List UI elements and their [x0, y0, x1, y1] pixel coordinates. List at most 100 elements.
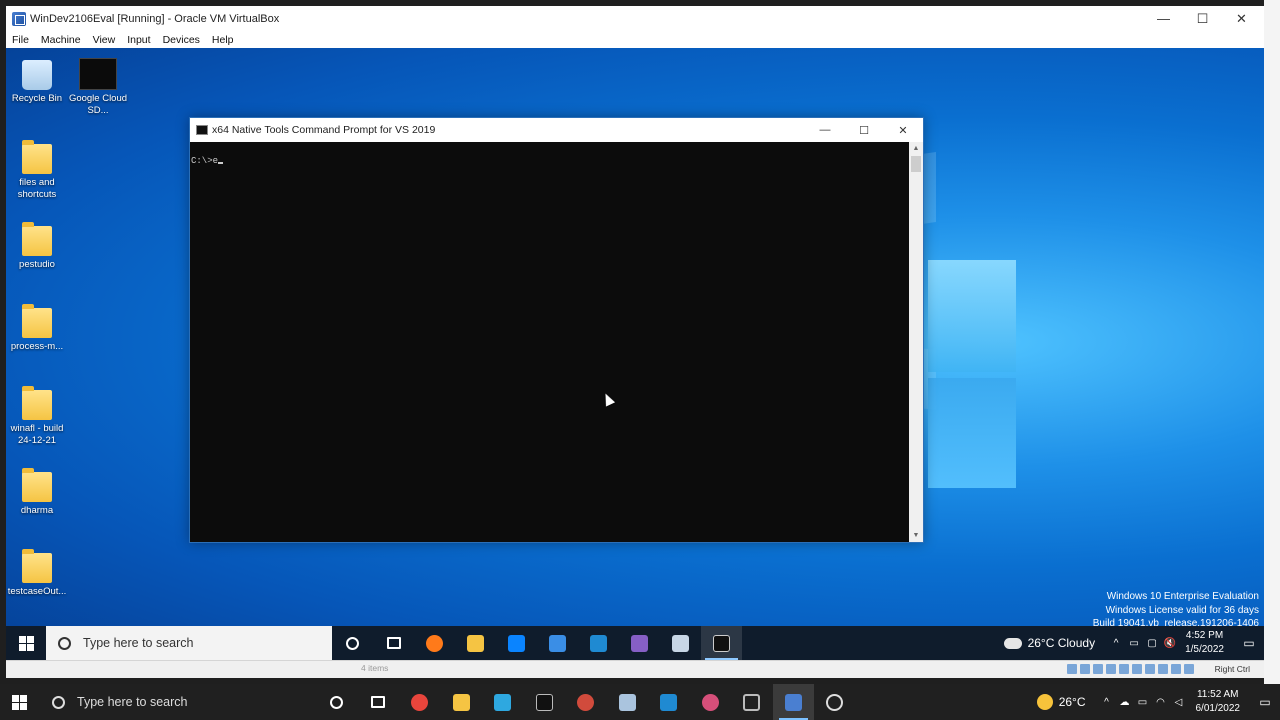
cmd-scrollbar[interactable]: ▲ ▼ [909, 142, 923, 542]
guest-start-button[interactable] [6, 626, 46, 660]
guest-cortana-button[interactable] [332, 626, 373, 660]
host-obs-button[interactable] [814, 684, 856, 720]
host-chrome-profile-button[interactable] [565, 684, 607, 720]
host-start-button[interactable] [0, 684, 38, 720]
virtualbox-icon [12, 11, 26, 26]
battery-icon[interactable]: ▭ [1136, 697, 1150, 708]
guest-firefox-button[interactable] [414, 626, 455, 660]
host-notepad-button[interactable] [607, 684, 649, 720]
guest-task-view-button[interactable] [373, 626, 414, 660]
scroll-thumb[interactable] [911, 156, 921, 172]
guest-visual-studio-button[interactable] [619, 626, 660, 660]
host-cortana-button[interactable] [316, 684, 358, 720]
task-view-icon [371, 696, 386, 708]
menu-view[interactable]: View [87, 34, 122, 46]
cmd-title: x64 Native Tools Command Prompt for VS 2… [212, 124, 436, 136]
cmd-titlebar[interactable]: x64 Native Tools Command Prompt for VS 2… [190, 118, 923, 142]
recycle-bin-icon [22, 60, 52, 90]
cmd-console[interactable]: C:\>e [190, 142, 909, 542]
host-chrome-canary-button[interactable] [690, 684, 732, 720]
guest-mail-button[interactable] [537, 626, 578, 660]
network-icon[interactable]: ▢ [1145, 638, 1159, 649]
recording-icon[interactable] [1158, 664, 1168, 674]
text-cursor [218, 162, 224, 164]
guest-file-explorer-button[interactable] [455, 626, 496, 660]
optical-drive-icon[interactable] [1080, 664, 1090, 674]
battery-icon[interactable]: ▭ [1127, 638, 1141, 649]
onedrive-icon[interactable]: ☁ [1118, 697, 1132, 708]
host-todo-button[interactable] [482, 684, 524, 720]
window-title: WinDev2106Eval [Running] - Oracle VM Vir… [30, 12, 280, 25]
menu-machine[interactable]: Machine [35, 34, 87, 46]
volume-muted-icon[interactable]: 🔇 [1163, 638, 1177, 649]
host-3d-viewer-button[interactable] [731, 684, 773, 720]
menu-devices[interactable]: Devices [157, 34, 206, 46]
shared-folder-icon[interactable] [1132, 664, 1142, 674]
host-terminal-button[interactable] [524, 684, 566, 720]
desktop-icon-recycle-bin[interactable]: Recycle Bin [6, 60, 68, 105]
desktop-icon-process-m[interactable]: process-m... [6, 304, 68, 353]
host-vscode-button[interactable] [648, 684, 690, 720]
firefox-icon [426, 634, 443, 652]
desktop-icon-google-cloud-sdk[interactable]: Google Cloud SD... [67, 58, 129, 117]
menu-file[interactable]: File [6, 34, 35, 46]
host-file-explorer-button[interactable] [441, 684, 483, 720]
host-chrome-button[interactable] [399, 684, 441, 720]
guest-vscode-button[interactable] [578, 626, 619, 660]
desktop-icon-files-and-shortcuts[interactable]: files and shortcuts [6, 140, 68, 201]
items-count: 4 items [361, 663, 389, 673]
desktop-icon-winafl[interactable]: winafl - build 24-12-21 [6, 386, 68, 447]
host-task-view-button[interactable] [358, 684, 400, 720]
host-virtualbox-button[interactable] [772, 684, 814, 720]
close-button[interactable]: ✕ [1222, 6, 1261, 31]
audio-icon[interactable] [1093, 664, 1103, 674]
minimize-button[interactable]: — [1144, 6, 1183, 31]
notification-icon[interactable]: ▭ [1234, 636, 1264, 650]
volume-icon[interactable]: ◁ [1172, 697, 1186, 708]
mouse-integration-icon[interactable] [1184, 664, 1194, 674]
display-icon[interactable] [1145, 664, 1155, 674]
windows-logo-icon [11, 694, 27, 710]
chevron-up-icon[interactable]: ^ [1100, 697, 1114, 708]
guest-weather-widget[interactable]: 26°C Cloudy [1003, 636, 1095, 650]
maximize-button[interactable]: ☐ [1183, 6, 1222, 31]
desktop-icon-dharma[interactable]: dharma [6, 468, 68, 517]
notification-icon[interactable]: ▭ [1250, 695, 1280, 709]
host-clock[interactable]: 11:52 AM 6/01/2022 [1196, 688, 1241, 716]
virtualbox-titlebar[interactable]: WinDev2106Eval [Running] - Oracle VM Vir… [6, 6, 1264, 31]
host-weather-temp[interactable]: 26°C [1059, 695, 1086, 709]
desktop-icon-pestudio[interactable]: pestudio [6, 222, 68, 271]
cmd-prompt-line: C:\>e [191, 156, 224, 166]
3d-viewer-icon [743, 693, 761, 711]
cmd-maximize-button[interactable]: ☐ [845, 118, 883, 142]
scroll-down-icon[interactable]: ▼ [909, 529, 923, 542]
host-system-tray: 26°C ^ ☁ ▭ ◠ ◁ 11:52 AM 6/01/2022 ▭ [1036, 684, 1280, 720]
host-search-box[interactable]: Type here to search [38, 684, 316, 720]
folder-icon [22, 386, 52, 420]
task-view-icon [386, 637, 401, 649]
guest-store-button[interactable] [496, 626, 537, 660]
usb-icon[interactable] [1119, 664, 1129, 674]
disk-icon[interactable] [1067, 664, 1077, 674]
chevron-up-icon[interactable]: ^ [1109, 638, 1123, 649]
menu-input[interactable]: Input [121, 34, 156, 46]
host-key-label: Right Ctrl [1214, 664, 1250, 674]
device-status-icons [1064, 664, 1194, 674]
desktop-icon-testcaseout[interactable]: testcaseOut... [6, 549, 68, 598]
guest-search-box[interactable]: Type here to search [46, 626, 332, 660]
cmd-minimize-button[interactable]: — [806, 118, 844, 142]
guest-notepad-button[interactable] [660, 626, 701, 660]
cpu-icon[interactable] [1171, 664, 1181, 674]
cmd-close-button[interactable]: ✕ [884, 118, 922, 142]
chrome-icon [411, 693, 429, 711]
guest-desktop[interactable]: Recycle Bin Google Cloud SD... files and… [6, 48, 1264, 660]
host-taskbar: Type here to search 26°C ^ ☁ ▭ ◠ ◁ 11:52… [0, 684, 1280, 720]
command-prompt-window[interactable]: x64 Native Tools Command Prompt for VS 2… [189, 117, 924, 543]
network-icon[interactable]: ◠ [1154, 697, 1168, 708]
menu-help[interactable]: Help [206, 34, 240, 46]
scroll-up-icon[interactable]: ▲ [909, 142, 923, 155]
guest-clock[interactable]: 4:52 PM 1/5/2022 [1185, 629, 1224, 657]
search-icon [58, 636, 71, 650]
guest-cmd-button[interactable] [701, 626, 742, 660]
network-icon[interactable] [1106, 664, 1116, 674]
